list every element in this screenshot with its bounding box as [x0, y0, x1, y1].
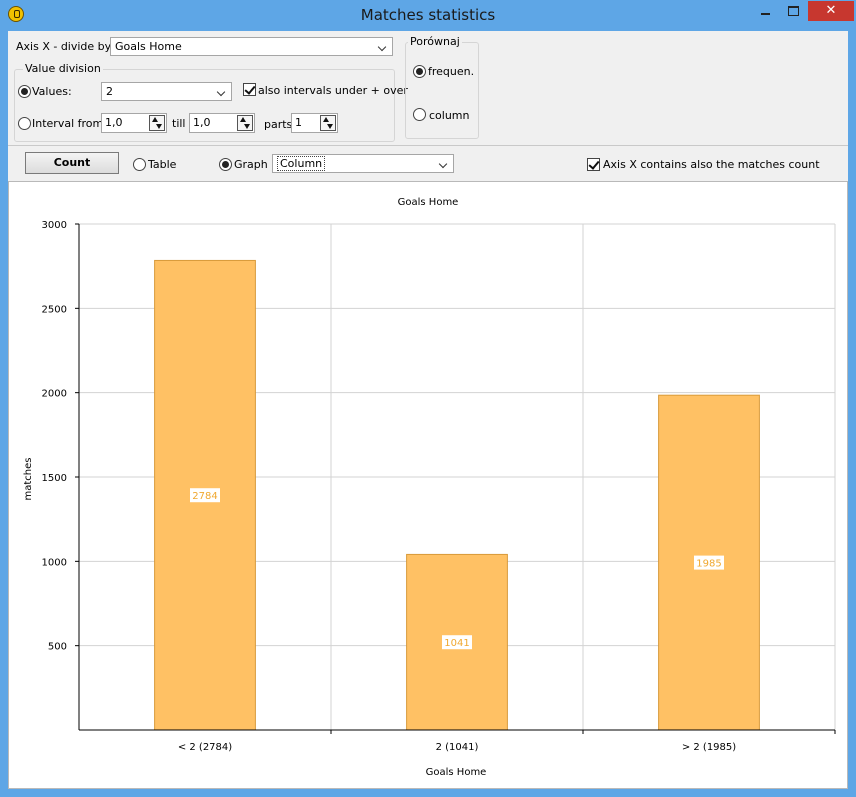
client-area: Axis X - divide by Goals Home Value divi…: [8, 31, 848, 789]
interval-from-label: Interval from: [32, 117, 104, 130]
chevron-down-icon[interactable]: [437, 158, 451, 170]
graph-label: Graph: [234, 158, 268, 171]
parts-value: 1: [295, 116, 302, 129]
axis-x-select-value: Goals Home: [115, 40, 182, 53]
values-label: Values:: [32, 85, 72, 98]
y-tick-label: 3000: [42, 220, 67, 231]
parts-label: parts: [264, 118, 293, 131]
toolbar: Count Table Graph Column Axis X contains…: [8, 146, 848, 180]
axis-x-label: Axis X - divide by: [16, 40, 112, 53]
bar-chart: Goals Home matches Goals Home 2784 1041 19…: [23, 197, 836, 778]
column-label: column: [429, 109, 470, 122]
also-intervals-label: also intervals under + over: [258, 84, 408, 97]
values-radio[interactable]: [18, 85, 31, 98]
spin-arrows-icon[interactable]: [237, 115, 253, 131]
compare-title: Porównaj: [408, 35, 462, 48]
y-tick-label: 1500: [42, 473, 67, 484]
frequen-radio[interactable]: [413, 65, 426, 78]
spin-arrows-icon[interactable]: [320, 115, 336, 131]
close-icon[interactable]: ✕: [808, 1, 854, 21]
y-tick-label: 2500: [42, 304, 67, 315]
table-radio[interactable]: [133, 158, 146, 171]
interval-radio[interactable]: [18, 117, 31, 130]
graph-type-value: Column: [277, 156, 326, 171]
till-value: 1,0: [193, 116, 211, 129]
chart-title: Goals Home: [398, 197, 459, 208]
column-radio[interactable]: [413, 108, 426, 121]
data-label: 2784: [192, 491, 217, 502]
chevron-down-icon[interactable]: [376, 41, 390, 53]
interval-from-value: 1,0: [105, 116, 123, 129]
interval-from-stepper[interactable]: 1,0: [101, 113, 167, 133]
x-tick-label: < 2 (2784): [178, 742, 232, 753]
x-tick-label: > 2 (1985): [682, 742, 736, 753]
frequen-label: frequen.: [428, 65, 475, 78]
value-division-title: Value division: [23, 62, 103, 75]
y-tick-label: 500: [48, 642, 67, 653]
spin-arrows-icon[interactable]: [149, 115, 165, 131]
values-select-value: 2: [106, 85, 113, 98]
chart-panel: Goals Home matches Goals Home 2784 1041 19…: [8, 181, 848, 789]
title-bar[interactable]: Matches statistics ✕: [0, 0, 856, 31]
compare-group: Porównaj: [405, 35, 479, 139]
also-intervals-checkbox[interactable]: [243, 83, 256, 96]
till-stepper[interactable]: 1,0: [189, 113, 255, 133]
y-tick-label: 1000: [42, 557, 67, 568]
data-label: 1041: [444, 638, 469, 649]
settings-panel: Axis X - divide by Goals Home Value divi…: [8, 31, 848, 146]
app-window: Matches statistics ✕ Axis X - divide by …: [0, 0, 856, 797]
axis-x-count-checkbox[interactable]: [587, 158, 600, 171]
y-axis-label: matches: [23, 458, 34, 501]
axis-x-select[interactable]: Goals Home: [110, 37, 393, 56]
data-label: 1985: [696, 559, 721, 570]
graph-radio[interactable]: [219, 158, 232, 171]
chevron-down-icon[interactable]: [215, 86, 229, 98]
x-axis-label: Goals Home: [426, 767, 487, 778]
graph-type-select[interactable]: Column: [272, 154, 454, 173]
table-label: Table: [148, 158, 177, 171]
window-title: Matches statistics: [360, 6, 496, 24]
axis-x-count-label: Axis X contains also the matches count: [603, 158, 820, 171]
till-label: till: [172, 117, 186, 130]
y-tick-label: 2000: [42, 389, 67, 400]
maximize-icon[interactable]: [780, 1, 806, 21]
x-tick-label: 2 (1041): [436, 742, 479, 753]
minimize-icon[interactable]: [752, 1, 778, 21]
parts-stepper[interactable]: 1: [291, 113, 338, 133]
values-select[interactable]: 2: [101, 82, 232, 101]
count-button[interactable]: Count: [25, 152, 119, 174]
